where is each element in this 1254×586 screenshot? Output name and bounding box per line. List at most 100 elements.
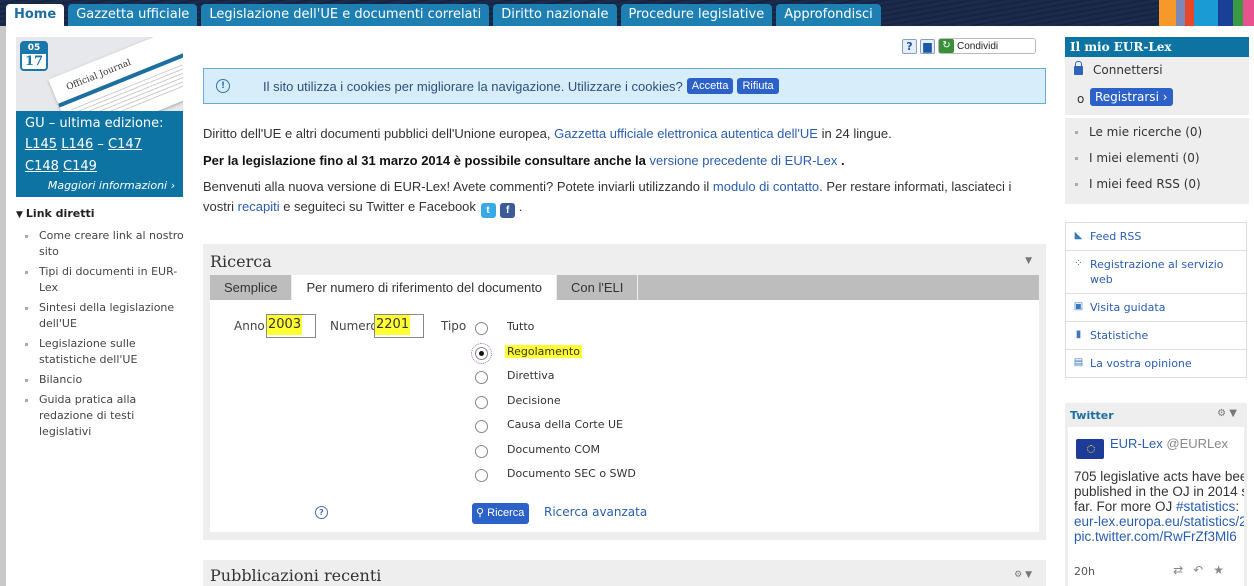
edition-links-row-1: L145 L146 – C147 xyxy=(25,134,174,156)
service-label: Feed RSS xyxy=(1090,230,1142,243)
collapse-arrow-icon[interactable]: ▼ xyxy=(1025,256,1032,266)
help-icon[interactable]: ? xyxy=(902,38,917,54)
intro-paragraph: Per la legislazione fino al 31 marzo 201… xyxy=(203,151,1043,171)
previous-version-link[interactable]: versione precedente di EUR-Lex xyxy=(650,153,838,168)
retweet-icon[interactable]: ⇄ xyxy=(1173,563,1193,577)
text: : xyxy=(1235,499,1240,514)
tab-eli[interactable]: Con l'ELI xyxy=(557,275,639,300)
direct-links-toggle[interactable]: ▼ Link diretti xyxy=(16,207,186,220)
tab-legislative-procedures[interactable]: Procedure legislative xyxy=(620,4,773,26)
number-input[interactable]: 2201 xyxy=(374,314,424,338)
edition-link[interactable]: L145 xyxy=(25,137,57,152)
direct-link-item[interactable]: Guida pratica alla redazione di testi le… xyxy=(16,392,186,440)
journal-paper-illustration: Official Journal xyxy=(48,37,183,111)
my-items-link[interactable]: I miei elementi (0) xyxy=(1065,150,1249,176)
intro-paragraph: Diritto dell'UE e altri documenti pubbli… xyxy=(203,124,1043,144)
facebook-icon[interactable]: f xyxy=(500,202,516,218)
edition-link[interactable]: C147 xyxy=(108,137,142,152)
guided-tour-icon: ▣ xyxy=(1073,301,1084,312)
edition-link[interactable]: C149 xyxy=(63,159,97,174)
radio-button[interactable] xyxy=(475,371,488,384)
radio-button[interactable] xyxy=(475,322,488,335)
contact-form-link[interactable]: modulo di contatto xyxy=(713,179,819,194)
color-block xyxy=(1194,0,1218,26)
author-name: EUR-Lex xyxy=(1110,436,1163,451)
search-button[interactable]: ⚲ Ricerca xyxy=(472,503,530,524)
help-icon[interactable]: ? xyxy=(315,506,328,519)
oj-authentic-link[interactable]: Gazzetta ufficiale elettronica autentica… xyxy=(554,126,818,141)
tweet-text: 705 legislative acts have been published… xyxy=(1074,469,1244,544)
tab-national-law[interactable]: Diritto nazionale xyxy=(493,4,617,26)
service-webservice[interactable]: ⁘ Registrazione al servizio web xyxy=(1066,251,1246,294)
webservice-icon: ⁘ xyxy=(1074,258,1083,269)
service-label: La vostra opinione xyxy=(1090,357,1192,370)
radio-label: Direttiva xyxy=(507,369,555,382)
refuse-cookies-button[interactable]: Rifiuta xyxy=(737,78,779,94)
direct-link-item[interactable]: Tipi di documenti in EUR-Lex xyxy=(16,264,186,296)
calendar-day: 17 xyxy=(24,54,44,69)
rss-icon: ◣ xyxy=(1074,230,1083,241)
top-navigation: Home Gazzetta ufficiale Legislazione del… xyxy=(0,0,1254,26)
year-input[interactable]: 2003 xyxy=(266,314,316,338)
service-statistics[interactable]: ▮ Statistiche xyxy=(1066,322,1246,350)
share-label: Condividi xyxy=(957,40,999,52)
radio-label: Documento COM xyxy=(507,442,601,456)
print-icon[interactable]: ▆ xyxy=(920,38,935,54)
radio-button[interactable] xyxy=(475,420,488,433)
tweet-author[interactable]: EUR-Lex @EURLex xyxy=(1110,436,1228,451)
tab-simple-search[interactable]: Semplice xyxy=(210,275,293,300)
tweet-time: 20h xyxy=(1074,565,1095,578)
radio-button[interactable] xyxy=(475,395,488,409)
service-label: Registrazione al servizio web xyxy=(1090,258,1224,286)
intro-text: Diritto dell'UE e altri documenti pubbli… xyxy=(203,124,1043,225)
radio-button[interactable] xyxy=(475,444,488,458)
my-rss-feeds-link[interactable]: I miei feed RSS (0) xyxy=(1065,176,1249,202)
cookie-banner: ! Il sito utilizza i cookies per miglior… xyxy=(203,68,1046,104)
direct-link-item[interactable]: Sintesi della legislazione dell'UE xyxy=(16,300,186,332)
official-journal-image[interactable]: Official Journal 05 17 xyxy=(16,37,183,111)
service-rss[interactable]: ◣ Feed RSS xyxy=(1066,223,1246,251)
direct-link-item[interactable]: Legislazione sulle statistiche dell'UE xyxy=(16,336,186,368)
direct-link-item[interactable]: Bilancio xyxy=(16,372,186,388)
search-tabs: Semplice Per numero di riferimento del d… xyxy=(210,275,1039,300)
tab-reference-number[interactable]: Per numero di riferimento del documento xyxy=(292,275,558,300)
accept-cookies-button[interactable]: Accetta xyxy=(686,78,734,94)
tweet-actions[interactable]: ⇄↶★ xyxy=(1173,563,1234,577)
tab-home[interactable]: Home xyxy=(6,4,65,26)
more-info-link[interactable]: Maggiori informazioni › xyxy=(48,179,175,192)
service-feedback[interactable]: ▤ La vostra opinione xyxy=(1066,350,1246,377)
calendar-month: 05 xyxy=(22,43,46,54)
service-guided-tour[interactable]: ▣ Visita guidata xyxy=(1066,294,1246,322)
eu-flag-avatar[interactable] xyxy=(1076,439,1104,459)
favorite-icon[interactable]: ★ xyxy=(1213,563,1234,577)
reply-icon[interactable]: ↶ xyxy=(1193,563,1213,577)
register-button[interactable]: Registrarsi › xyxy=(1090,88,1173,106)
twitter-icon[interactable]: t xyxy=(480,202,496,218)
tweet-pic-link[interactable]: pic.twitter.com/RwFrZf3Ml6 xyxy=(1074,529,1237,544)
edition-link[interactable]: C148 xyxy=(25,159,59,174)
tab-learn-more[interactable]: Approfondisci xyxy=(776,4,881,26)
services-list: ◣ Feed RSS ⁘ Registrazione al servizio web… xyxy=(1065,222,1247,378)
direct-link-item[interactable]: Come creare link al nostro sito xyxy=(16,228,186,260)
my-searches-link[interactable]: Le mie ricerche (0) xyxy=(1065,124,1249,150)
color-block xyxy=(1176,0,1185,26)
tab-official-journal[interactable]: Gazzetta ufficiale xyxy=(68,4,198,26)
login-link[interactable]: Connettersi xyxy=(1093,63,1163,77)
intro-paragraph: Benvenuti alla nuova versione di EUR-Lex… xyxy=(203,177,1043,218)
tab-eu-law[interactable]: Legislazione dell'UE e documenti correla… xyxy=(201,4,490,26)
edition-link[interactable]: L146 xyxy=(61,137,93,152)
official-journal-box: Official Journal 05 17 GU – ultima edizi… xyxy=(16,37,183,197)
direct-links-list: Come creare link al nostro sito Tipi di … xyxy=(16,228,186,440)
tweet-link[interactable]: eur-lex.europa.eu/statistics/20 xyxy=(1074,514,1244,529)
latest-edition-title: GU – ultima edizione: xyxy=(25,116,164,131)
hashtag-link[interactable]: #statistics xyxy=(1176,499,1235,514)
advanced-search-link[interactable]: Ricerca avanzata xyxy=(544,505,647,519)
radio-button-selected[interactable] xyxy=(471,342,492,364)
share-button[interactable]: ↻ Condividi xyxy=(938,38,1036,54)
twitter-settings-icon[interactable]: ⚙ ▼ xyxy=(1217,408,1237,419)
settings-collapse-icon[interactable]: ⚙ ▼ xyxy=(1014,570,1032,580)
text: in 24 lingue. xyxy=(817,126,892,141)
contact-details-link[interactable]: recapiti xyxy=(238,199,280,214)
year-label: Anno xyxy=(234,319,265,333)
radio-button[interactable] xyxy=(475,469,488,482)
